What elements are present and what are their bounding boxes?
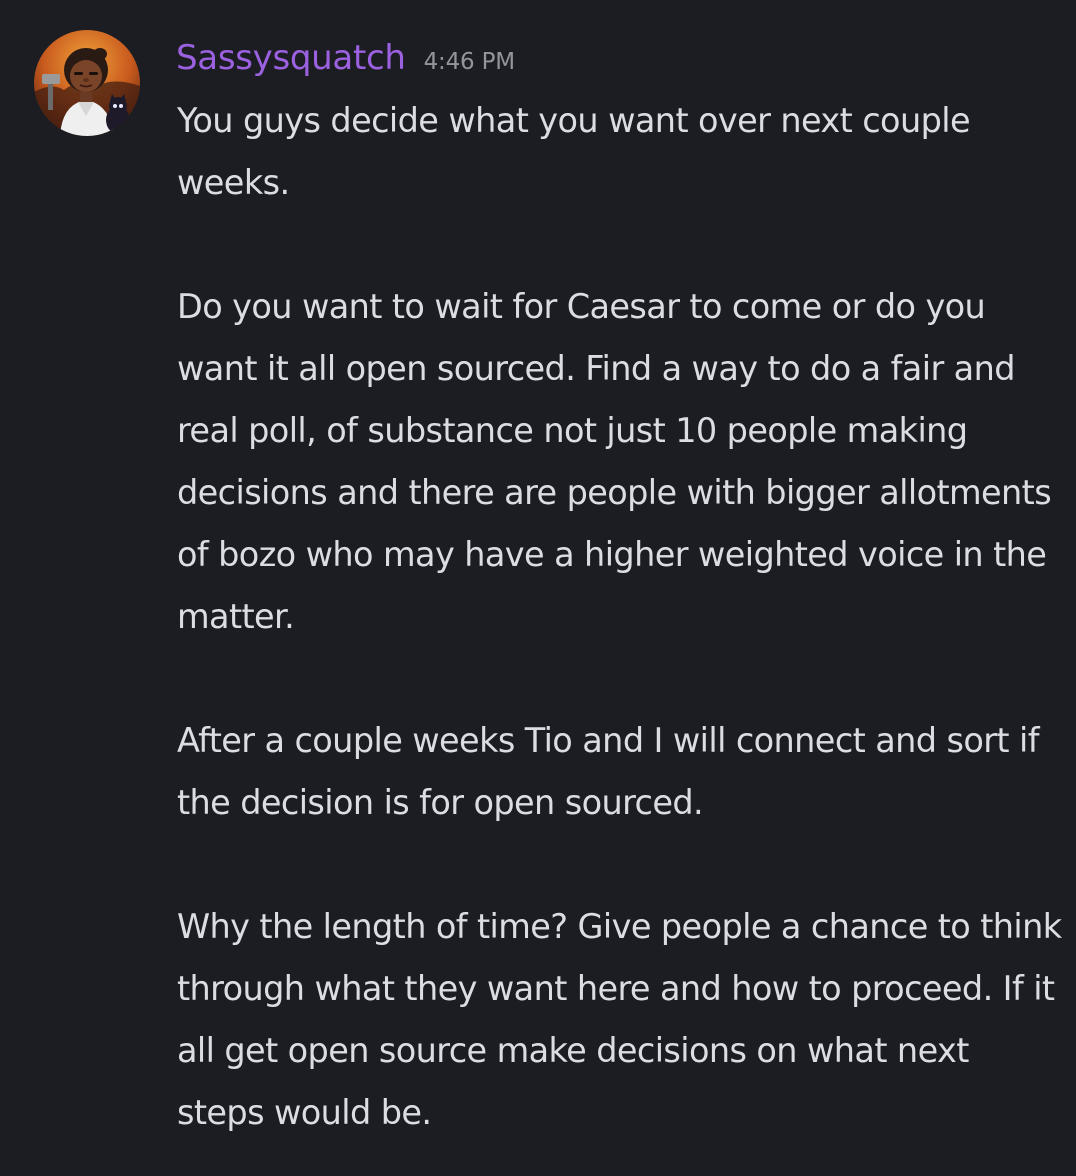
- chat-message: Sassysquatch 4:46 PM You guys decide what…: [0, 0, 1076, 1176]
- timestamp: 4:46 PM: [423, 49, 515, 75]
- message-paragraph: Do you want to wait for Caesar to come o…: [177, 287, 1062, 636]
- avatar[interactable]: [34, 30, 140, 136]
- cartoon-character-avatar-icon: [34, 30, 140, 136]
- message-paragraph: After a couple weeks Tio and I will conn…: [177, 721, 1049, 822]
- message-header: Sassysquatch 4:46 PM: [176, 38, 515, 78]
- message-content: You guys decide what you want over next …: [177, 90, 1062, 1144]
- username[interactable]: Sassysquatch: [176, 38, 406, 78]
- message-paragraph: You guys decide what you want over next …: [177, 101, 981, 202]
- message-paragraph: Why the length of time? Give people a ch…: [177, 907, 1072, 1132]
